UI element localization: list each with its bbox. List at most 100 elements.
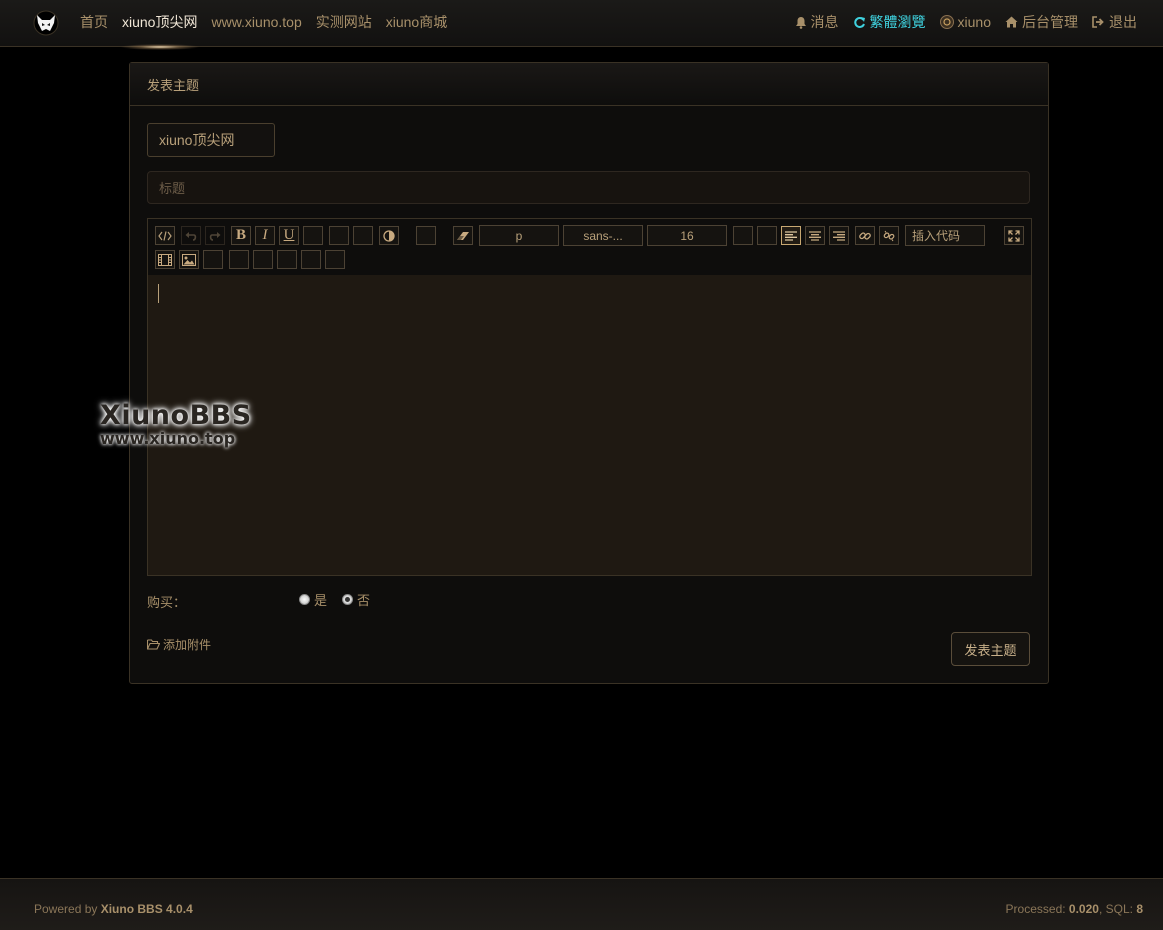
watermark-title: XiunoBBS [100,400,252,431]
site-logo-icon[interactable] [33,10,59,36]
refresh-icon [853,16,866,29]
expand-icon [1008,229,1020,242]
toolbar-button-blank-4[interactable] [416,226,436,245]
buy-no-option[interactable]: 否 [342,590,370,609]
messages-label: 消息 [810,14,839,30]
admin-label: 后台管理 [1022,14,1078,30]
underline-icon: U [283,227,295,243]
unlink-button[interactable] [879,226,899,245]
add-attachment-label: 添加附件 [163,638,212,652]
eraser-icon [457,231,469,240]
avatar [939,15,954,29]
image-icon [182,253,196,266]
toolbar-button-blank-9[interactable] [253,250,273,269]
insert-code-select[interactable]: 插入代码 [905,225,985,246]
toolbar-button-blank-8[interactable] [229,250,249,269]
home-icon [1005,16,1018,28]
submit-thread-button[interactable]: 发表主题 [951,632,1030,666]
watermark-url: www.xiuno.top [100,429,236,448]
buy-label: 购买： [147,595,187,610]
font-size-select[interactable]: 16 [647,225,727,246]
align-center-button[interactable] [805,226,825,245]
username-label: xiuno [957,14,991,30]
align-center-icon [809,230,821,241]
nav-shop[interactable]: xiuno商城 [386,12,447,32]
film-icon [158,253,172,266]
sql-label: , SQL: [1098,902,1133,916]
color-button[interactable] [379,226,399,245]
toolbar-button-blank-1[interactable] [303,226,323,245]
nav-test-sites[interactable]: 实测网站 [316,12,372,32]
main-nav: 首页 xiuno顶尖网 www.xiuno.top 实测网站 xiuno商城 [80,0,461,44]
forum-select[interactable]: xiuno顶尖网 [147,123,275,157]
code-icon [158,230,172,241]
logout-link[interactable]: 退出 [1092,12,1137,32]
new-thread-card: 发表主题 xiuno顶尖网 标题 B I U p sans-... 16 插入代… [129,62,1049,684]
active-nav-glow [120,44,200,50]
messages-link[interactable]: 消息 [795,12,839,32]
editor-content-area[interactable] [148,275,1031,575]
toolbar-button-blank-6[interactable] [757,226,777,245]
xiuno-brand-link[interactable]: Xiuno BBS 4.0.4 [101,902,193,916]
processed-value: 0.020 [1068,902,1099,916]
traditional-label: 繁體瀏覽 [869,14,926,30]
admin-link[interactable]: 后台管理 [1005,12,1078,32]
add-attachment-link[interactable]: 添加附件 [147,636,211,653]
processed-label: Processed: [1005,902,1066,916]
italic-icon: I [262,227,268,243]
buy-yes-option[interactable]: 是 [299,590,327,609]
nav-site-link[interactable]: www.xiuno.top [211,14,301,30]
buy-yes-radio[interactable] [299,594,310,605]
text-caret [158,284,159,303]
footer-stats: Processed: 0.020, SQL: 8 [1006,902,1143,916]
buy-yes-label: 是 [314,593,328,608]
sign-out-icon [1092,16,1105,28]
traditional-chinese-toggle[interactable]: 繁體瀏覽 [853,12,926,32]
align-right-button[interactable] [829,226,849,245]
align-right-icon [833,230,845,241]
underline-button[interactable]: U [279,226,299,245]
redo-button[interactable] [205,226,225,245]
powered-by-label: Powered by [34,902,98,916]
link-icon [859,231,871,240]
nav-home[interactable]: 首页 [80,12,108,32]
undo-button[interactable] [181,226,201,245]
insert-image-button[interactable] [179,250,199,269]
nav-forum-xiuno[interactable]: xiuno顶尖网 [122,12,197,32]
toolbar-button-blank-3[interactable] [353,226,373,245]
contrast-icon [383,229,395,242]
toolbar-button-blank-12[interactable] [325,250,345,269]
toolbar-button-blank-11[interactable] [301,250,321,269]
toolbar-button-blank-5[interactable] [733,226,753,245]
page-footer: Powered by Xiuno BBS 4.0.4 Processed: 0.… [0,878,1163,930]
format-select[interactable]: p [479,225,559,246]
editor-toolbar: B I U p sans-... 16 插入代码 [148,219,1031,276]
site-watermark: XiunoBBS www.xiuno.top [100,402,252,447]
toolbar-button-blank-2[interactable] [329,226,349,245]
buy-no-label: 否 [357,593,371,608]
buy-no-radio[interactable] [342,594,353,605]
user-nav: 消息 繁體瀏覽 xiuno 后台管理 退出 [781,0,1137,44]
fullscreen-button[interactable] [1004,226,1024,245]
card-title: 发表主题 [130,63,1048,106]
folder-open-icon [147,639,160,650]
logout-label: 退出 [1109,14,1137,30]
source-code-button[interactable] [155,226,175,245]
user-menu[interactable]: xiuno [939,14,991,30]
toolbar-button-blank-7[interactable] [203,250,223,269]
footer-powered-by: Powered by Xiuno BBS 4.0.4 [34,902,193,916]
redo-icon [209,231,221,241]
toolbar-button-blank-10[interactable] [277,250,297,269]
clear-format-button[interactable] [453,226,473,245]
font-family-select[interactable]: sans-... [563,225,643,246]
top-navbar: 首页 xiuno顶尖网 www.xiuno.top 实测网站 xiuno商城 消… [0,0,1163,50]
insert-video-button[interactable] [155,250,175,269]
insert-link-button[interactable] [855,226,875,245]
bold-button[interactable]: B [231,226,251,245]
undo-icon [185,231,197,241]
bold-icon: B [235,227,246,243]
italic-button[interactable]: I [255,226,275,245]
title-input[interactable]: 标题 [147,171,1030,204]
align-left-icon [785,230,797,241]
align-left-button[interactable] [781,226,801,245]
